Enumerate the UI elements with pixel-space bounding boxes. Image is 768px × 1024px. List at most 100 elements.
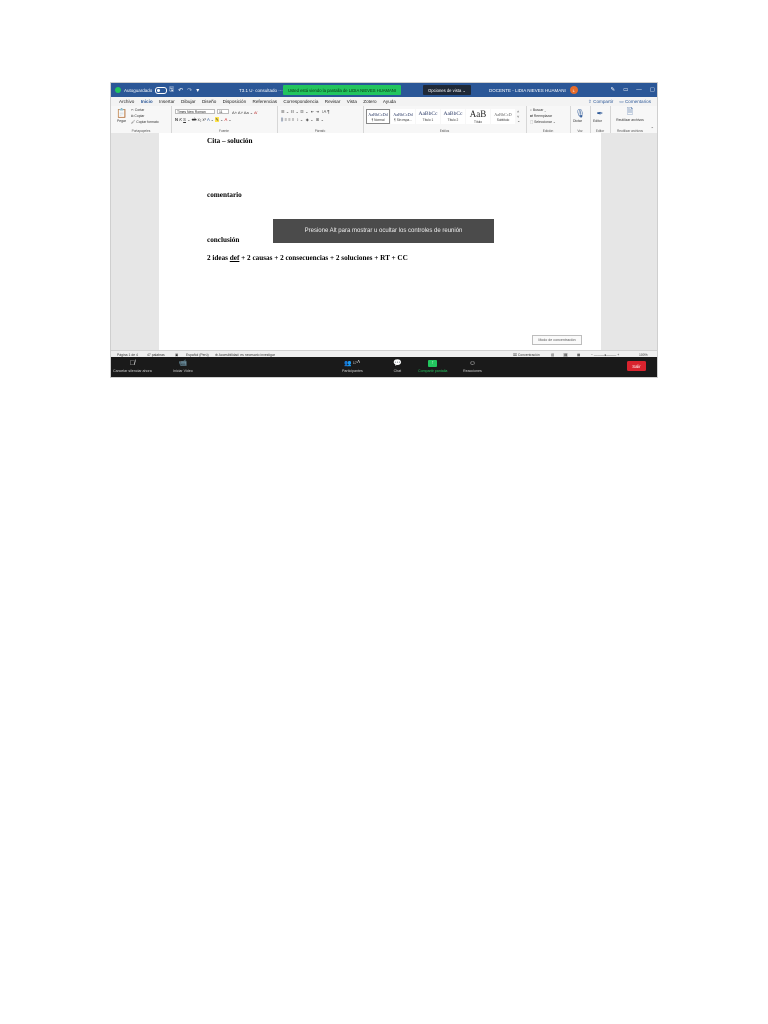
language-label[interactable]: Español (Perú) <box>186 353 209 357</box>
mute-label: Cancelar silenciar ahora <box>113 369 152 373</box>
style-name: Título <box>474 120 482 124</box>
tab-correspondencia[interactable]: Correspondencia <box>280 97 321 106</box>
zoom-level[interactable]: 100% <box>639 353 648 357</box>
reuse-files-label[interactable]: Reutilizar archivos <box>612 118 648 123</box>
restore-icon[interactable]: ▢ <box>650 87 655 93</box>
page-count[interactable]: Página 1 de 4 <box>117 353 138 357</box>
style-heading-1[interactable]: AaBbCc Título 1 <box>416 109 440 124</box>
style-title[interactable]: AaB Título <box>466 109 490 124</box>
undo-icon[interactable]: ↶ <box>178 87 183 94</box>
replace-button[interactable]: ⇄ Reemplazar <box>530 114 552 118</box>
tab-diseno[interactable]: Diseño <box>199 97 220 106</box>
font-format-row[interactable]: N K S ⌄ ab x₂ x² A ⌄ ✎ ⌄ A ⌄ <box>175 117 232 122</box>
word-title-bar: Autoguardado 🖫 ↶ ↷ ▾ T3.1 U· consultado … <box>111 83 657 97</box>
word-count[interactable]: 47 palabras <box>147 353 165 357</box>
styles-scroll[interactable]: ˄ ˅ ⌄ <box>517 109 520 124</box>
collapse-ribbon-icon[interactable]: ⌃ <box>651 126 654 131</box>
zoom-slider[interactable]: − ———●——— + <box>591 353 619 357</box>
style-subtitle[interactable]: AaBbCcD Subtítulo <box>491 109 515 124</box>
tab-vista[interactable]: Vista <box>344 97 361 106</box>
tab-archivo[interactable]: Archivo <box>111 97 138 106</box>
quick-access-toolbar: 🖫 ↶ ↷ ▾ <box>169 83 199 97</box>
font-size-select[interactable]: 11 <box>217 109 229 114</box>
find-button[interactable]: ⌕ Buscar ⌄ <box>530 108 546 112</box>
paste-icon[interactable]: 📋 <box>116 108 127 119</box>
video-off-icon: 📹 <box>178 360 188 367</box>
start-video-button[interactable]: 📹 Iniciar Video <box>173 358 193 373</box>
formula-part-a: 2 ideas <box>207 254 230 262</box>
web-layout-icon[interactable]: ▦ <box>577 353 580 357</box>
participants-count: 17 <box>352 361 357 365</box>
autosave-group[interactable]: Autoguardado <box>115 83 168 97</box>
mute-button[interactable]: 🎙̸ Cancelar silenciar ahora <box>113 358 152 374</box>
tab-disposicion[interactable]: Disposición <box>219 97 249 106</box>
tab-inicio[interactable]: Inicio <box>137 97 156 107</box>
accessibility-status[interactable]: ⊕ Accesibilidad: es necesario investigar <box>215 353 275 357</box>
share-screen-icon: ↑ <box>428 358 438 368</box>
document-line-formula[interactable]: 2 ideas def + 2 causas + 2 consecuencias… <box>207 254 408 262</box>
tab-insertar[interactable]: Insertar <box>156 97 178 106</box>
editing-caption: Edición <box>542 128 554 133</box>
focus-mode-label[interactable]: Modo de concentración <box>532 335 582 345</box>
reuse-caption: Reutilizar archivos <box>616 128 644 133</box>
microphone-icon[interactable]: 🎙 <box>575 108 585 118</box>
customize-qat-icon[interactable]: ▾ <box>196 87 199 94</box>
editing-group: ⌕ Buscar ⌄ ⇄ Reemplazar ⬚ Seleccionar ⌄ … <box>526 106 571 133</box>
view-options-button[interactable]: Opciones de vista ⌄ <box>423 85 471 95</box>
print-layout-icon[interactable]: ▤ <box>563 352 569 357</box>
ribbon-display-icon[interactable]: ▭ <box>623 87 628 93</box>
leave-meeting-button[interactable]: Salir <box>627 361 646 371</box>
tab-referencias[interactable]: Referencias <box>249 97 280 106</box>
focus-label: Concentración <box>517 352 540 357</box>
list-controls[interactable]: ☰ ⌄ ☷ ⌄ ☲ ⌄ ⇤ ⇥ ↕A ¶ <box>281 109 330 114</box>
select-label: Seleccionar <box>534 120 552 124</box>
share-button[interactable]: ⇪ Compartir <box>588 99 613 105</box>
cut-button[interactable]: ✂ Cortar <box>131 108 144 112</box>
reactions-button[interactable]: ☺ Reacciones <box>463 358 482 374</box>
document-line-cita[interactable]: Cita – solución <box>207 137 253 145</box>
share-screen-button[interactable]: ↑ Compartir pantalla <box>418 358 447 373</box>
focus-button[interactable]: ⌧ Concentración <box>513 353 540 357</box>
document-line-conclusion[interactable]: conclusión <box>207 236 239 244</box>
chat-label: Chat <box>393 369 402 373</box>
redo-icon[interactable]: ↷ <box>187 87 192 94</box>
style-heading-2[interactable]: AaBbCc Título 2 <box>441 109 465 124</box>
reuse-files-icon[interactable]: 🗎 <box>625 107 635 118</box>
account-area[interactable]: DOCENTE - LIDIA NIEVES HUAMANI L <box>489 83 578 97</box>
avatar[interactable]: L <box>569 86 578 94</box>
document-line-comentario[interactable]: comentario <box>207 191 242 199</box>
font-size-controls[interactable]: A˄ A˅ Aa ⌄ A̸ <box>232 110 257 115</box>
pen-icon[interactable]: ✎ <box>610 87 615 93</box>
voice-group: 🎙 Dictar Voz <box>570 106 591 133</box>
editor-pen-icon[interactable]: ✒ <box>595 108 605 118</box>
select-button[interactable]: ⬚ Seleccionar ⌄ <box>530 120 556 124</box>
style-preview: AaB <box>469 109 487 119</box>
dictate-label[interactable]: Dictar <box>573 119 582 123</box>
chat-button[interactable]: 💬 Chat <box>393 358 402 373</box>
microphone-muted-icon: 🎙̸ <box>129 359 135 367</box>
comments-button[interactable]: ▭ Comentarios <box>619 99 651 105</box>
editor-label[interactable]: Editor <box>593 119 602 123</box>
proofing-icon[interactable]: ▣ <box>175 353 178 357</box>
reactions-icon: ☺ <box>468 359 476 367</box>
copy-button[interactable]: ⧉ Copiar <box>131 114 144 118</box>
tab-dibujar[interactable]: Dibujar <box>178 97 199 106</box>
font-name-select[interactable]: Times New Roman <box>175 109 215 114</box>
read-mode-icon[interactable]: ▥ <box>551 353 554 357</box>
autosave-toggle[interactable] <box>155 86 168 94</box>
tab-zotero[interactable]: Zotero <box>360 97 380 106</box>
style-no-spacing[interactable]: AaBbCcDd ¶ Sin espa... <box>391 109 415 124</box>
format-painter-label: Copiar formato <box>136 120 159 124</box>
tab-ayuda[interactable]: Ayuda <box>380 97 399 106</box>
save-icon[interactable]: 🖫 <box>169 85 174 95</box>
paste-label[interactable]: Pegar <box>117 119 126 123</box>
minimize-icon[interactable]: — <box>636 87 642 93</box>
style-normal[interactable]: AaBbCcDd ¶ Normal <box>366 109 390 124</box>
participants-button[interactable]: 👥 17 ˄ Participantes <box>342 358 363 373</box>
document-title[interactable]: T3.1 U· consultado ··· <box>239 83 283 97</box>
style-name: Título 1 <box>422 118 434 122</box>
reuse-group: 🗎 Reutilizar archivos Reutilizar archivo… <box>610 106 650 133</box>
alignment-controls[interactable]: ≡ ≡ ≡ ≡ ↕ ⌄ ◈ ⌄ ⊞ ⌄ <box>281 117 324 122</box>
format-painter-button[interactable]: 🖌 Copiar formato <box>131 120 159 124</box>
tab-revisar[interactable]: Revisar <box>322 97 344 106</box>
